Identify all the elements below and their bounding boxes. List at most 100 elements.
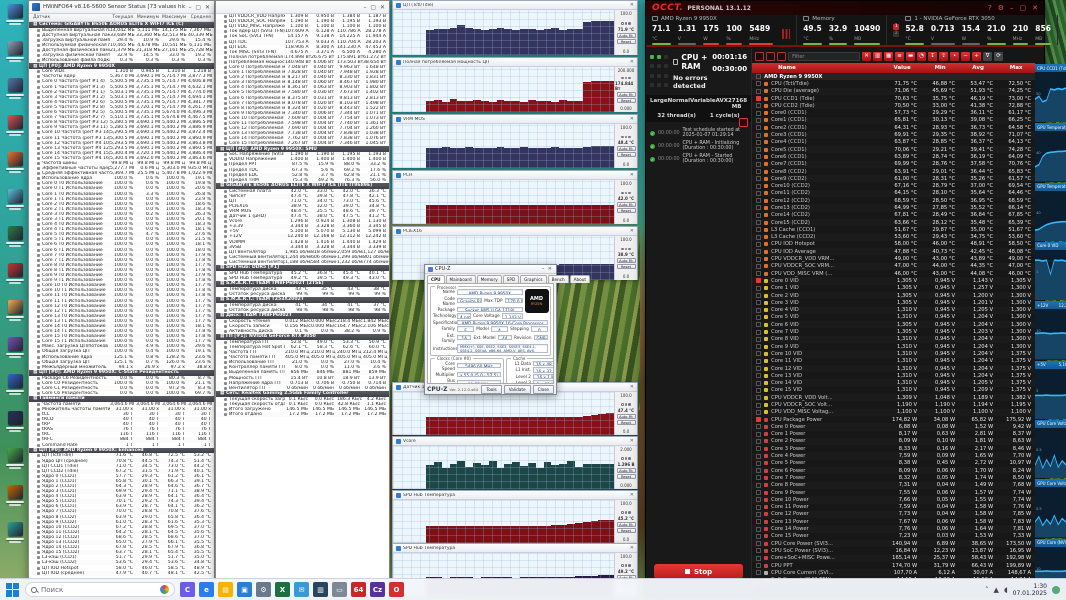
occt-sensor-row[interactable]: Core 1 VID1,305 V0,945 V1,257 V1,300 V [752,285,1035,292]
desktop-icon-app-blue2[interactable] [2,372,28,409]
toolbar-button-0[interactable]: ✕ [862,52,871,61]
occt-sensor-row[interactable]: CPU VDDCR_SOC VRM...47,00 °C44,00 °C44,3… [752,263,1035,270]
cpuz-titlebar[interactable]: CPU-Z – ✕ [425,265,556,274]
close-icon[interactable]: ✕ [630,384,634,390]
occt-sensor-row[interactable]: Core 13 Power7,67 W0,06 W1,58 W7,83 W [752,518,1035,525]
occt-sensor-row[interactable]: CPU Core Current (SVI...107,70 A6,12 A30… [752,569,1035,576]
autofit-button[interactable]: Auto Fit [617,146,636,151]
cpuz-tools-button[interactable]: Tools [481,385,501,394]
stop-test-button[interactable]: Stop [654,564,743,579]
occt-window[interactable]: OCCT. PERSONAL 13.1.12 ?⚙–▢✕ AMD Ryzen 9… [645,0,1045,598]
occt-sensor-row[interactable]: Core 2 VID1,305 V0,945 V1,200 V1,300 V [752,292,1035,299]
taskbar-clock[interactable]: 1:30 07.01.2025 [1013,583,1047,597]
desktop-icon-app-flame[interactable] [2,150,28,187]
reset-button[interactable]: Reset [617,528,636,533]
sensor-checkbox[interactable] [756,446,761,451]
grid-view-icon[interactable] [766,52,775,61]
sensor-checkbox[interactable] [756,103,761,108]
occt-sensor-row[interactable]: CPU Package Power174,82 W34,08 W65,82 W1… [752,416,1035,423]
hwinfo2-window-buttons[interactable]: – ▢ ✕ [363,4,386,11]
close-icon[interactable]: ✕ [630,492,634,498]
occt-sensor-row[interactable]: Core 2 Power8,09 W0,10 W1,81 W8,63 W [752,438,1035,445]
column-3[interactable]: Максимум [162,15,188,20]
toolbar-button-11[interactable]: ∇ [983,52,992,61]
occt-sensor-row[interactable]: Core 8 VID1,310 V0,945 V1,204 V1,300 V [752,336,1035,343]
sensor-checkbox[interactable] [756,366,761,371]
occt-sensor-row[interactable]: CPU Die (average)71,06 °C45,69 °C51,93 °… [752,88,1035,95]
occt-sensor-row[interactable]: Core 15 Power7,23 W0,03 W1,53 W7,33 W [752,533,1035,540]
occt-sensor-row[interactable]: Core15 (CCD2)63,66 °C28,12 °C35,48 °C65,… [752,219,1035,226]
sensor-checkbox[interactable] [756,220,761,225]
hwinfo-sensor-window-2[interactable]: – ▢ ✕ ЦП VDDCR_VDD Напряжение (SVI3 TFN)… [215,0,390,598]
sensor-checkbox[interactable] [756,213,761,218]
occt-table-header[interactable]: NameValueMinAvgMax [752,63,1035,73]
graph-scale-radios[interactable] [621,77,631,80]
occt-sensor-row[interactable]: Core 0 Power6,88 W0,08 W1,52 W9,42 W [752,423,1035,430]
occt-sensor-row[interactable]: L3 Cache (CCD2)53,60 °C29,43 °C34,75 °C5… [752,234,1035,241]
sensor-checkbox[interactable] [756,191,761,196]
sensor-checkbox[interactable] [756,96,761,101]
sensor-checkbox[interactable] [756,322,761,327]
side-graph-7[interactable]: GPU Core Voltage0,713 V0.5 [1035,479,1066,537]
occt-window-buttons[interactable]: ?⚙–▢✕ [988,4,1038,12]
sensor-checkbox[interactable] [756,373,761,378]
sensor-checkbox[interactable] [756,417,761,422]
reset-button[interactable]: Reset [617,420,636,425]
graph-titlebar[interactable]: VRM MOS✕ [393,115,637,124]
taskbar-icon-printer[interactable]: ▭ [332,582,347,597]
side-graph-2[interactable]: GPU Temperature52,84 °C40 [1035,183,1066,241]
cpuz-validate-button[interactable]: Validate [504,385,531,394]
sensor-checkbox[interactable] [756,410,761,415]
sensor-checkbox[interactable] [756,235,761,240]
cpuz-tab-memory[interactable]: Memory [477,275,502,283]
occt-window-button[interactable]: ▢ [1020,4,1027,12]
sensor-checkbox[interactable] [756,147,761,152]
sensor-checkbox[interactable] [756,293,761,298]
graph-scale-radios[interactable] [621,22,631,25]
sensor-checkbox[interactable] [756,169,761,174]
autofit-button[interactable]: Auto Fit [617,414,636,419]
sensor-row[interactable]: ЦП IOD (среднее)47.9 °C40.7 °C48.1 °C42.… [29,571,214,576]
sensor-checkbox[interactable] [756,89,761,94]
occt-sensor-row[interactable]: Core 9 Power7,55 W0,06 W1,57 W7,74 W [752,489,1035,496]
cpuz-close-button[interactable]: Close [533,385,554,394]
sensor-checkbox[interactable] [756,490,761,495]
occt-sensor-row[interactable]: Core3 (CCD1)69,91 °C29,35 °C38,92 °C71,0… [752,131,1035,138]
taskbar-icon-edge[interactable]: e [199,582,214,597]
sensor-checkbox[interactable] [756,176,761,181]
sensor-checkbox[interactable] [756,388,761,393]
occt-sensor-row[interactable]: Core+SoC+MISC Powe...165,14 W25,37 W58,4… [752,555,1035,562]
occt-sensor-row[interactable]: CPU SoC Power (SVI3)...16,84 W12,23 W13,… [752,547,1035,554]
cpuz-tab-spd[interactable]: SPD [503,275,519,283]
side-graph-3[interactable]: Core 0 VID1,305 V1 [1035,242,1066,300]
autofit-button[interactable]: Auto Fit [617,92,636,97]
close-icon[interactable]: ✕ [630,59,634,65]
reset-button[interactable]: Reset [617,474,636,479]
sensor-checkbox[interactable] [756,315,761,320]
column-1[interactable]: Текущая [110,15,136,20]
graph-window-3[interactable]: PCH✕100.042.0 °CAuto FitReset0.0 [392,170,638,224]
occt-sensor-row[interactable]: Core 0 VID1,305 V0,945 V1,143 V1,305 V [752,277,1035,284]
chart-view-icon[interactable] [777,52,786,61]
occt-sensor-row[interactable]: CPU VDDCR_VDD Volt...1,309 V1,048 V1,189… [752,394,1035,401]
occt-sensor-table[interactable]: NameValueMinAvgMax AMD Ryzen 9 9950XCPU … [752,63,1035,597]
column-4[interactable]: Среднее [188,15,214,20]
sensor-row[interactable]: Command Rate1 T1 T1 T1 T [29,443,214,448]
desktop-icon-app-green[interactable] [2,224,28,261]
taskbar-icon-cpu-z[interactable]: Cz [370,582,385,597]
occt-sensor-row[interactable]: Core 4 VID1,310 V0,945 V1,205 V1,300 V [752,307,1035,314]
reset-button[interactable]: Reset [617,208,636,213]
occt-sensor-row[interactable]: Core5 (CCD1)70,06 °C29,21 °C39,41 °C74,2… [752,146,1035,153]
toolbar-button-12[interactable]: ⟳ [994,52,1003,61]
tray-chevron-icon[interactable]: ˄ [985,586,989,594]
cpuz-window-buttons[interactable]: – ✕ [542,266,553,272]
toolbar-button-10[interactable]: + [972,52,981,61]
occt-memory-monitor[interactable]: Memory 49.5 °C32.9 %10490 MB [797,15,887,45]
occt-sensor-row[interactable]: Core 12 VID1,310 V0,945 V1,204 V1,375 V [752,365,1035,372]
close-icon[interactable]: ✕ [630,172,634,178]
sensor-checkbox[interactable] [756,227,761,232]
occt-column-value[interactable]: Value [883,65,921,71]
cpuz-tab-cpu[interactable]: CPU [427,275,445,283]
graph-window-1[interactable]: Полная потребляемая мощность ЦП✕200.0001… [392,57,638,112]
sensor-row[interactable]: Вентилятор ГП0 об/мин0 об/мин0 об/мин0 о… [216,386,389,391]
